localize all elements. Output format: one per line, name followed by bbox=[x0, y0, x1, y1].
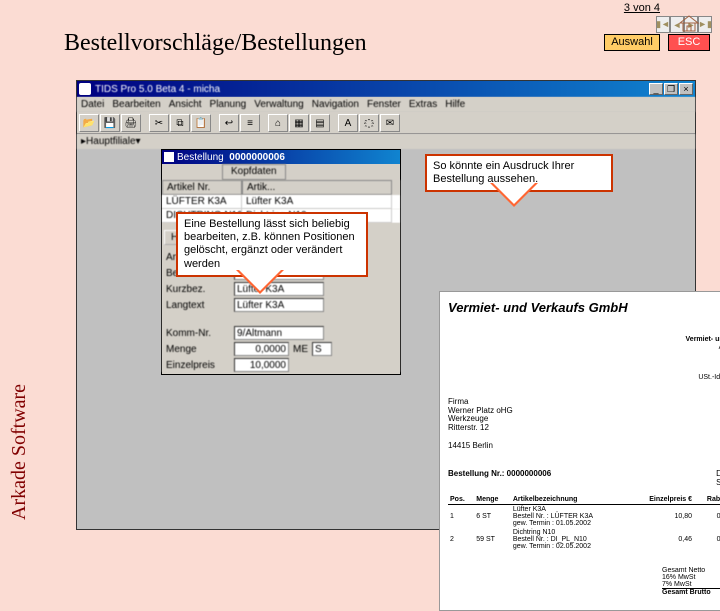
tool-doc-icon[interactable]: ▤ bbox=[310, 114, 330, 132]
tool-refund-icon[interactable]: ↩ bbox=[219, 114, 239, 132]
app-titlebar: TIDS Pro 5.0 Beta 4 - micha _ ❐ × bbox=[77, 81, 695, 97]
menu-item[interactable]: Hilfe bbox=[445, 99, 465, 110]
menu-item[interactable]: Planung bbox=[210, 99, 247, 110]
page-title: Bestellvorschläge/Bestellungen bbox=[64, 30, 367, 57]
close-icon[interactable]: × bbox=[679, 83, 693, 95]
menge-field[interactable] bbox=[234, 342, 289, 356]
nav-first-icon[interactable]: ▮◄ bbox=[656, 16, 670, 33]
menu-item[interactable]: Verwaltung bbox=[254, 99, 303, 110]
tool-cut-icon[interactable]: ✂ bbox=[149, 114, 169, 132]
order-title: Bestellung bbox=[177, 152, 224, 163]
maximize-icon[interactable]: ❐ bbox=[664, 83, 678, 95]
nav-last-icon[interactable]: ►▮ bbox=[698, 16, 712, 33]
col-artikel[interactable]: Artik... bbox=[242, 180, 392, 195]
print-company: Vermiet- und Verkaufs GmbH bbox=[448, 300, 628, 334]
menu-item[interactable]: Bearbeiten bbox=[112, 99, 160, 110]
app-window: TIDS Pro 5.0 Beta 4 - micha _ ❐ × Datei … bbox=[76, 80, 696, 530]
auswahl-button[interactable]: Auswahl bbox=[604, 34, 660, 51]
tool-home-icon[interactable]: ⌂ bbox=[268, 114, 288, 132]
location-bar: ▸ Hauptfiliale ▾ bbox=[77, 134, 695, 149]
callout-edit: Eine Bestellung lässt sich beliebig bear… bbox=[176, 212, 368, 277]
esc-button[interactable]: ESC bbox=[668, 34, 710, 51]
table-row[interactable]: LÜFTER K3A Lüfter K3A bbox=[162, 195, 400, 209]
label-preis: Einzelpreis bbox=[166, 360, 230, 371]
tool-open-icon[interactable]: 📂 bbox=[79, 114, 99, 132]
arrow-down-icon bbox=[236, 270, 284, 294]
me-field[interactable] bbox=[312, 342, 332, 356]
tool-cal-icon[interactable]: ▦ bbox=[289, 114, 309, 132]
minimize-icon[interactable]: _ bbox=[649, 83, 663, 95]
app-title: TIDS Pro 5.0 Beta 4 - micha bbox=[95, 84, 649, 95]
print-table: Pos.MengeArtikelbezeichnung Einzelpreis … bbox=[448, 495, 720, 551]
page-counter: 3 von 4 bbox=[624, 2, 660, 14]
table-row: 259 ST Dichtring N10Bestell Nr. : DI_PL_… bbox=[448, 528, 720, 551]
app-icon bbox=[79, 83, 91, 95]
print-order-number: Bestellung Nr.: 0000000006 Datum 29.04.2… bbox=[448, 469, 720, 487]
order-number: 0000000006 bbox=[229, 152, 285, 163]
print-client: Firma Werner Platz oHG Werkzeuge Ritters… bbox=[448, 398, 720, 451]
tool-mail-icon[interactable]: ✉ bbox=[380, 114, 400, 132]
order-titlebar: Bestellung 0000000006 bbox=[162, 150, 400, 164]
label-lang: Langtext bbox=[166, 300, 230, 311]
menu-item[interactable]: Ansicht bbox=[169, 99, 202, 110]
col-artikel-nr[interactable]: Artikel Nr. bbox=[162, 180, 242, 195]
print-totals: Gesamt Netto91,94 16% MwSt14,71 7% MwSt0… bbox=[662, 567, 720, 596]
label-me: ME bbox=[293, 344, 308, 355]
print-address: Vermiet- und Verkaufs GmbH An der Roseal… bbox=[448, 336, 720, 390]
lang-field[interactable] bbox=[234, 298, 324, 312]
toolbar: 📂 💾 🖨 ✂ ⧉ 📋 ↩ ≡ ⌂ ▦ ▤ A ҈ ✉ bbox=[77, 112, 695, 134]
label-kurz: Kurzbez. bbox=[166, 284, 230, 295]
preis-field[interactable] bbox=[234, 358, 289, 372]
label-komm: Komm-Nr. bbox=[166, 328, 230, 339]
tool-paste-icon[interactable]: 📋 bbox=[191, 114, 211, 132]
print-preview: Vermiet- und Verkaufs GmbH Vermiet- und … bbox=[439, 291, 720, 611]
tool-copy-icon[interactable]: ⧉ bbox=[170, 114, 190, 132]
arrow-down-icon bbox=[490, 183, 538, 207]
menu-item[interactable]: Extras bbox=[409, 99, 437, 110]
tool-a-icon[interactable]: A bbox=[338, 114, 358, 132]
label-menge: Menge bbox=[166, 344, 230, 355]
home-icon[interactable] bbox=[678, 14, 700, 32]
menubar[interactable]: Datei Bearbeiten Ansicht Planung Verwalt… bbox=[77, 97, 695, 112]
tool-save-icon[interactable]: 💾 bbox=[100, 114, 120, 132]
tab-kopfdaten[interactable]: Kopfdaten bbox=[222, 164, 286, 180]
komm-field[interactable] bbox=[234, 326, 324, 340]
table-row: 16 ST Lüfter K3ABestell Nr. : LÜFTER K3A… bbox=[448, 504, 720, 528]
order-tabs: Kopfdaten bbox=[162, 164, 400, 180]
menu-item[interactable]: Navigation bbox=[312, 99, 359, 110]
menu-item[interactable]: Fenster bbox=[367, 99, 401, 110]
tool-list-icon[interactable]: ≡ bbox=[240, 114, 260, 132]
brand-text: Arkade Software bbox=[8, 220, 31, 520]
app-icon bbox=[164, 152, 174, 162]
tool-b-icon[interactable]: ҈ bbox=[359, 114, 379, 132]
tool-print-icon[interactable]: 🖨 bbox=[121, 114, 141, 132]
menu-item[interactable]: Datei bbox=[81, 99, 104, 110]
